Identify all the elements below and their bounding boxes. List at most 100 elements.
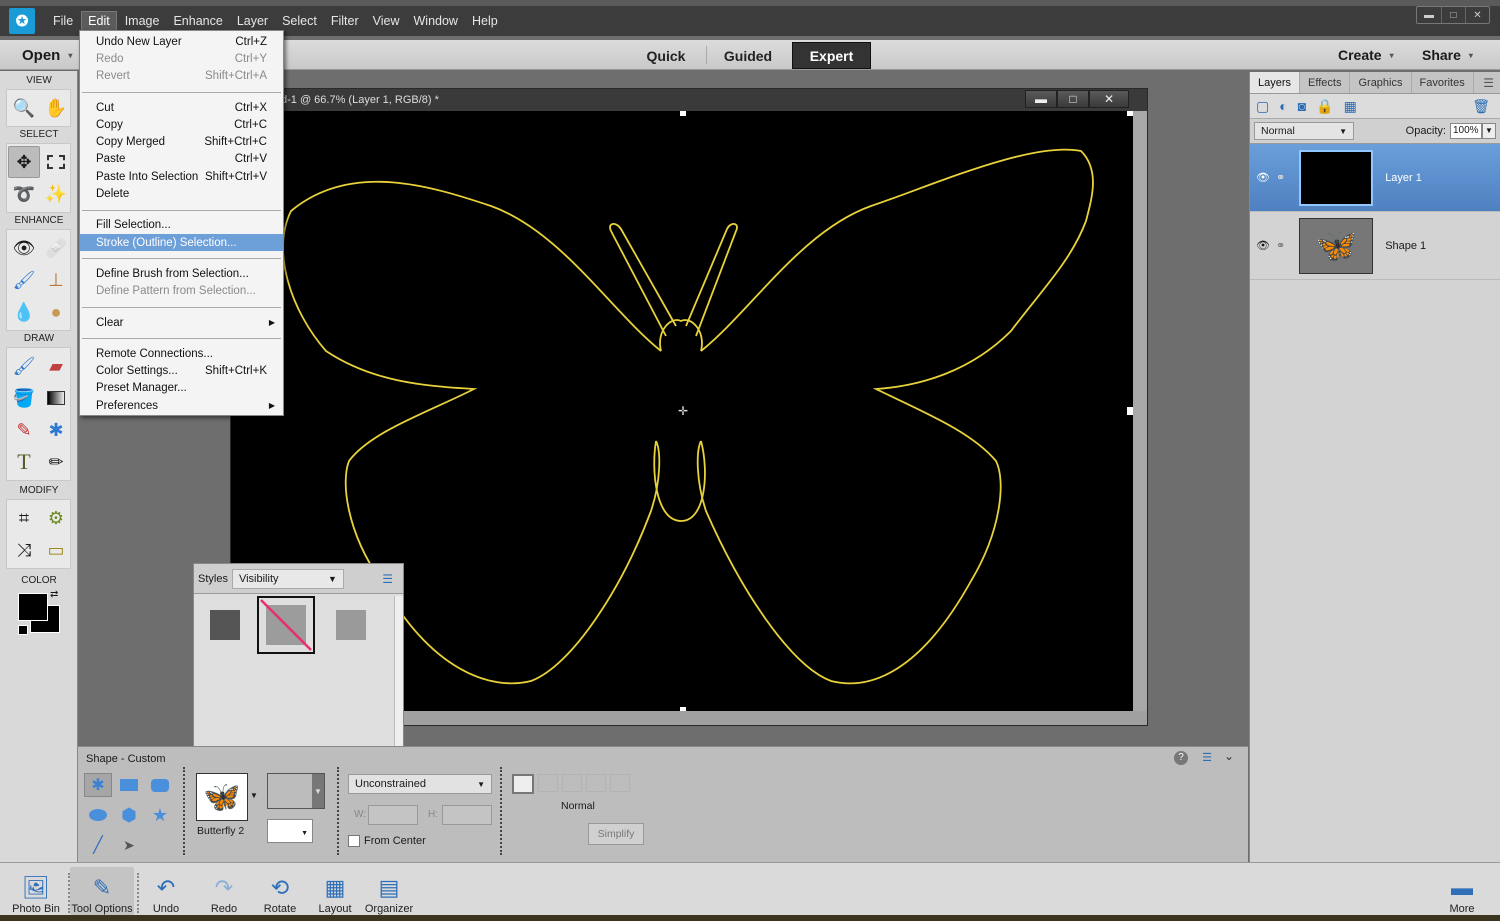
recompose-tool-icon[interactable]: ⚙ <box>40 502 72 534</box>
layout-button[interactable]: ▦ Layout <box>313 867 357 915</box>
red-eye-tool-icon[interactable]: 👁 <box>8 232 40 264</box>
layer-row-shape-1[interactable]: 👁 ⚭ 🦋 Shape 1 <box>1250 212 1500 280</box>
link-icon[interactable]: ⚭ <box>1276 171 1285 184</box>
menu-help[interactable]: Help <box>466 12 504 30</box>
exclude-shape-mode-icon[interactable] <box>610 774 630 792</box>
rounded-rectangle-shape-icon[interactable] <box>146 773 174 797</box>
menu-image[interactable]: Image <box>119 12 166 30</box>
style-picker[interactable]: ▼ <box>267 819 313 843</box>
blur-tool-icon[interactable]: 💧 <box>8 296 40 328</box>
edit-menu-item-preferences[interactable]: Preferences ▶ <box>80 397 283 414</box>
width-input[interactable] <box>368 805 418 825</box>
layer-mask-icon[interactable]: ◙ <box>1298 98 1306 114</box>
open-dropdown-icon[interactable]: ▾ <box>68 51 72 60</box>
options-menu-icon[interactable]: ☰ <box>1202 751 1212 764</box>
maximize-button[interactable]: □ <box>1441 7 1465 23</box>
constraint-select[interactable]: Unconstrained ▼ <box>348 774 492 794</box>
edit-menu-item-color-settings[interactable]: Color Settings... Shift+Ctrl+K <box>80 362 283 379</box>
collapse-chevron-icon[interactable]: ⌄ <box>1224 749 1234 763</box>
add-shape-mode-icon[interactable] <box>538 774 558 792</box>
edit-menu-item-delete[interactable]: Delete <box>80 185 283 202</box>
delete-layer-icon[interactable]: 🗑 <box>1472 98 1490 115</box>
edit-menu-item-stroke-outline-selection[interactable]: Stroke (Outline) Selection... <box>80 233 283 252</box>
polygon-shape-icon[interactable]: ⬢ <box>115 803 143 827</box>
swap-colors-icon[interactable]: ⇄ <box>50 589 58 600</box>
from-center-checkbox[interactable] <box>348 835 360 847</box>
tab-guided[interactable]: Guided <box>714 42 782 69</box>
pencil-tool-icon[interactable]: ✏ <box>40 446 72 478</box>
gradient-tool-icon[interactable] <box>40 382 72 414</box>
intersect-shape-mode-icon[interactable] <box>586 774 606 792</box>
star-shape-icon[interactable]: ★ <box>146 803 174 827</box>
edit-menu-item-undo-new-layer[interactable]: Undo New Layer Ctrl+Z <box>80 33 283 50</box>
ellipse-shape-icon[interactable] <box>84 803 112 827</box>
style-swatch-hidden[interactable] <box>257 596 315 654</box>
minimize-button[interactable]: ▬ <box>1417 7 1441 23</box>
panel-menu-icon[interactable]: ☰ <box>382 572 393 586</box>
edit-menu-item-clear[interactable]: Clear ▶ <box>80 314 283 331</box>
tab-favorites[interactable]: Favorites <box>1412 72 1474 93</box>
spot-healing-tool-icon[interactable]: 🩹 <box>40 232 72 264</box>
doc-close-button[interactable]: ✕ <box>1089 90 1129 108</box>
smart-brush-tool-icon[interactable]: 🖌 <box>8 264 40 296</box>
foreground-color-swatch[interactable] <box>18 593 48 621</box>
default-colors-icon[interactable] <box>18 625 28 635</box>
vertical-scrollbar[interactable] <box>1133 111 1147 711</box>
opacity-input[interactable]: 100% <box>1450 123 1482 139</box>
transform-handle-top[interactable] <box>680 111 686 116</box>
tab-layers[interactable]: Layers <box>1250 72 1301 93</box>
menu-file[interactable]: File <box>47 12 79 30</box>
menu-layer[interactable]: Layer <box>231 12 274 30</box>
content-aware-move-tool-icon[interactable]: ⤨ <box>8 534 40 566</box>
custom-shape-tool-icon[interactable]: ✱ <box>40 414 72 446</box>
tool-options-button[interactable]: ✎ Tool Options <box>70 867 134 915</box>
menu-enhance[interactable]: Enhance <box>167 12 228 30</box>
shape-selection-icon[interactable]: ➤ <box>115 833 143 857</box>
magic-wand-tool-icon[interactable]: ✨ <box>40 178 72 210</box>
rotate-button[interactable]: ⟲ Rotate <box>258 867 302 915</box>
crop-tool-icon[interactable]: ⌗ <box>8 502 40 534</box>
brush-tool-icon[interactable]: 🖌 <box>8 350 40 382</box>
menu-view[interactable]: View <box>367 12 406 30</box>
marquee-tool-icon[interactable] <box>40 146 72 178</box>
edit-menu-item-preset-manager[interactable]: Preset Manager... <box>80 380 283 397</box>
line-shape-icon[interactable]: ╱ <box>84 833 112 857</box>
move-tool-icon[interactable]: ✥ <box>8 146 40 178</box>
adjustment-layer-icon[interactable]: ◐ <box>1279 98 1287 114</box>
tab-expert[interactable]: Expert <box>792 42 871 69</box>
subtract-shape-mode-icon[interactable] <box>562 774 582 792</box>
menu-edit[interactable]: Edit <box>81 11 117 31</box>
lock-all-icon[interactable]: 🔒 <box>1316 98 1333 115</box>
tab-graphics[interactable]: Graphics <box>1350 72 1412 93</box>
redo-button[interactable]: ↷ Redo <box>202 867 246 915</box>
clone-stamp-tool-icon[interactable]: ⊥ <box>40 264 72 296</box>
eyedropper-tool-icon[interactable]: ✎ <box>8 414 40 446</box>
rectangle-shape-icon[interactable] <box>115 773 143 797</box>
paint-bucket-tool-icon[interactable]: 🪣 <box>8 382 40 414</box>
edit-menu-item-copy[interactable]: Copy Ctrl+C <box>80 116 283 133</box>
photo-bin-button[interactable]: 🖼 Photo Bin <box>8 867 64 915</box>
hand-tool-icon[interactable]: ✋ <box>40 92 72 124</box>
undo-button[interactable]: ↶ Undo <box>144 867 188 915</box>
menu-select[interactable]: Select <box>276 12 323 30</box>
style-swatch-ghosted[interactable] <box>322 596 380 654</box>
shape-picker-thumbnail[interactable]: 🦋 <box>196 773 248 821</box>
help-icon[interactable]: ? <box>1174 751 1188 765</box>
new-layer-icon[interactable]: ▢ <box>1256 98 1269 115</box>
panel-menu-icon[interactable]: ☰ <box>1483 72 1494 93</box>
more-button[interactable]: ▬ More <box>1440 867 1484 915</box>
menu-window[interactable]: Window <box>408 12 464 30</box>
height-input[interactable] <box>442 805 492 825</box>
edit-menu-item-remote-connections[interactable]: Remote Connections... <box>80 345 283 362</box>
eye-icon[interactable]: 👁 <box>1256 239 1270 252</box>
simplify-button[interactable]: Simplify <box>588 823 644 845</box>
layer-row-layer-1[interactable]: 👁 ⚭ Layer 1 <box>1250 144 1500 212</box>
edit-menu-item-paste-into-selection[interactable]: Paste Into Selection Shift+Ctrl+V <box>80 168 283 185</box>
eraser-tool-icon[interactable]: ▰ <box>40 350 72 382</box>
tab-effects[interactable]: Effects <box>1300 72 1351 93</box>
lock-transparency-icon[interactable]: ▦ <box>1344 98 1357 115</box>
style-swatch-visible[interactable] <box>196 596 254 654</box>
blend-mode-select[interactable]: Normal ▼ <box>1254 122 1354 140</box>
open-button[interactable]: Open ▾ <box>6 40 76 70</box>
straighten-tool-icon[interactable]: ▭ <box>40 534 72 566</box>
